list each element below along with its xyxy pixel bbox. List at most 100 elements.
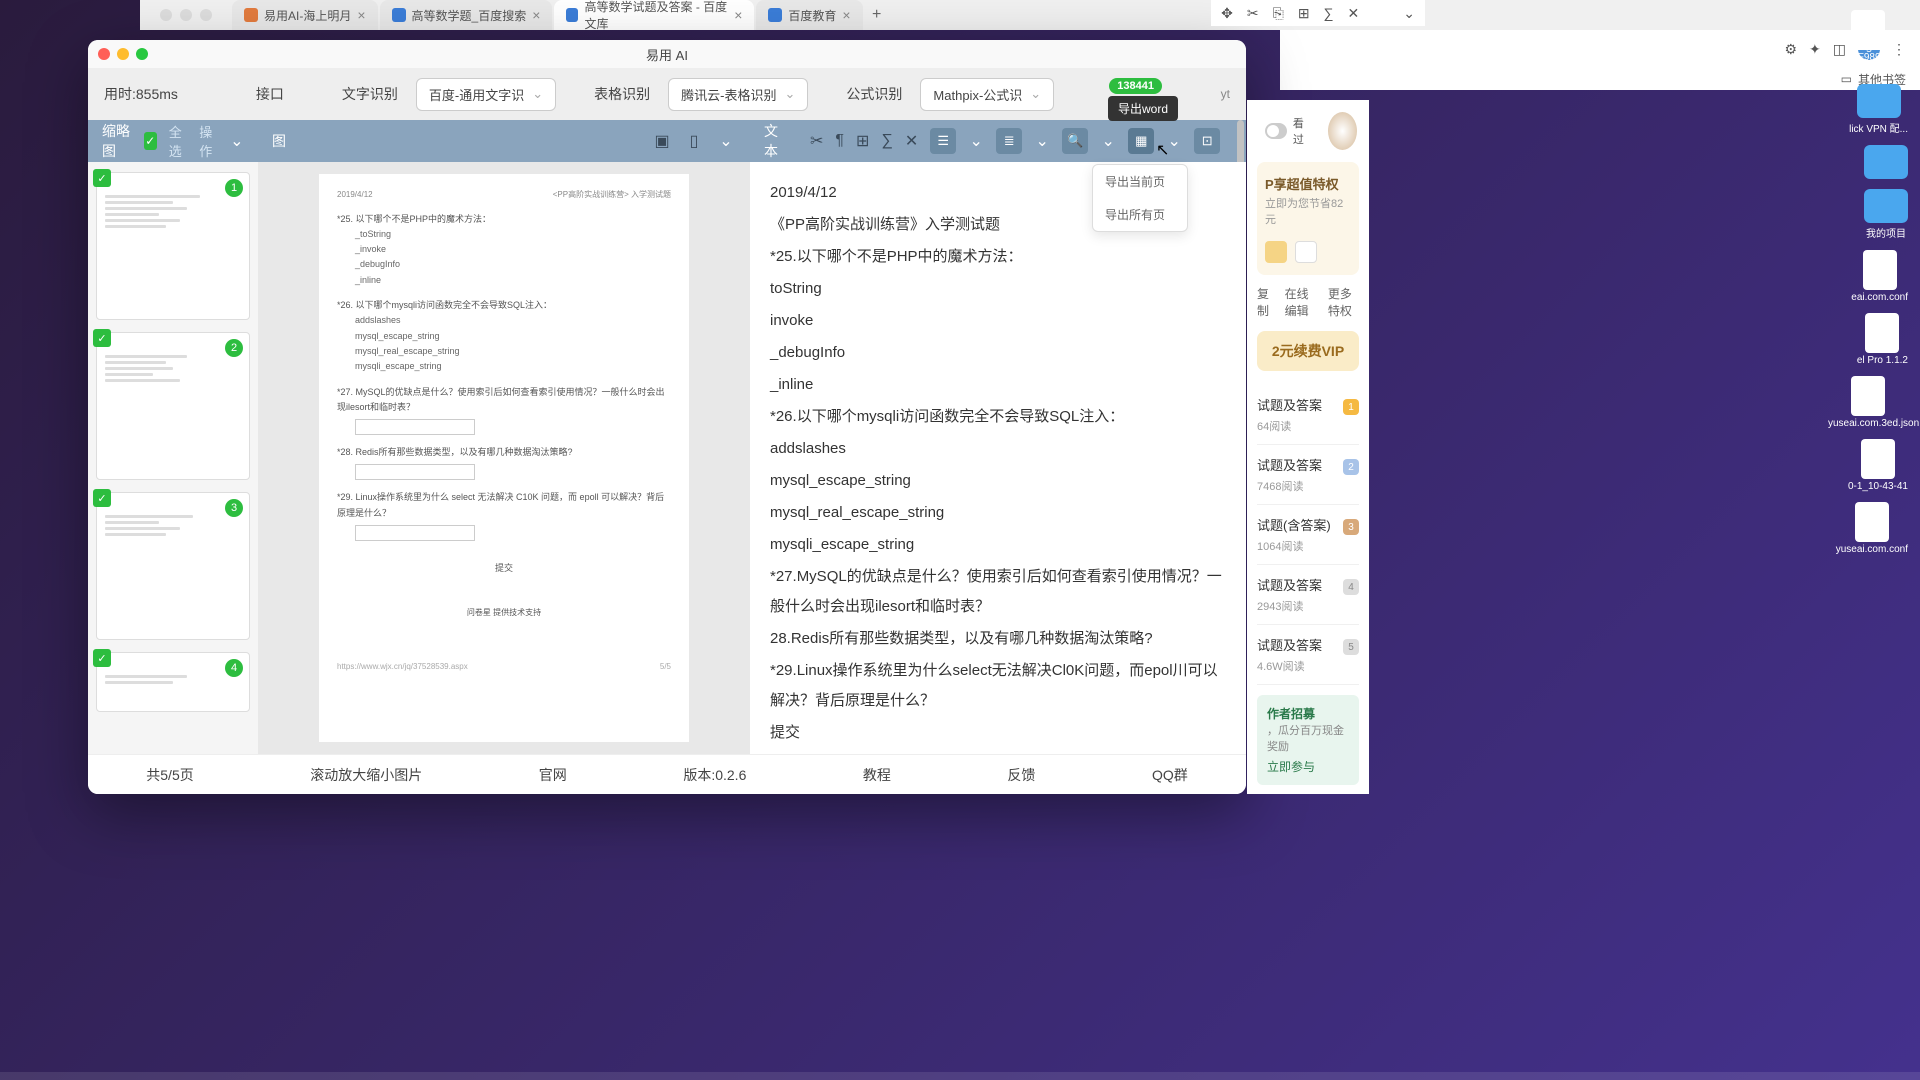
thumbnail-item[interactable]: ✓ 3 bbox=[96, 492, 250, 640]
thumbnail-item[interactable]: ✓ 2 bbox=[96, 332, 250, 480]
recruit-card[interactable]: 作者招募 ，瓜分百万现金奖励 立即参与 bbox=[1257, 695, 1359, 785]
tab-close-icon[interactable]: × bbox=[532, 7, 540, 23]
tencent-table-dropdown[interactable]: 腾讯云-表格识别 ⌄ bbox=[668, 78, 808, 111]
feedback-link[interactable]: 反馈 bbox=[1007, 765, 1035, 785]
vip-card[interactable]: P享超值特权 立即为您节省82元 bbox=[1257, 162, 1359, 275]
document-item[interactable]: 试题(含答案)1064阅读3 bbox=[1257, 505, 1359, 565]
thumbnail-item[interactable]: ✓ 4 bbox=[96, 652, 250, 712]
traffic-light[interactable] bbox=[160, 9, 172, 21]
format-icon[interactable]: ≣ bbox=[996, 128, 1022, 154]
edit-link[interactable]: 在线编辑 bbox=[1285, 285, 1316, 319]
chevron-down-icon[interactable]: ⌄ bbox=[716, 131, 736, 151]
browser-tab[interactable]: 易用AI-海上明月 × bbox=[232, 0, 378, 30]
desktop-file[interactable]: yuseai.com.conf bbox=[1836, 502, 1908, 555]
desktop-folder[interactable]: 我的项目 bbox=[1864, 189, 1908, 240]
grid-icon[interactable]: ⊞ bbox=[1298, 5, 1310, 22]
document-icon[interactable]: ▯ bbox=[684, 131, 704, 151]
tutorial-link[interactable]: 教程 bbox=[863, 765, 891, 785]
tab-close-icon[interactable]: × bbox=[734, 7, 742, 23]
document-item[interactable]: 试题及答案2943阅读4 bbox=[1257, 565, 1359, 625]
dock[interactable] bbox=[0, 1072, 1920, 1080]
cut-icon[interactable]: ✂ bbox=[1247, 5, 1259, 22]
rank-badge: 3 bbox=[1343, 519, 1359, 535]
table-ocr-button[interactable]: 表格识别 bbox=[594, 84, 650, 104]
file-icon bbox=[1855, 502, 1889, 542]
desktop-file[interactable]: eai.com.conf bbox=[1851, 250, 1908, 303]
chevron-down-icon: ⌄ bbox=[532, 86, 543, 102]
desktop-file[interactable]: 0-1_10-43-41 bbox=[1848, 439, 1908, 492]
browser-tab[interactable]: 高等数学题_百度搜索 × bbox=[380, 0, 553, 30]
user-label: yt bbox=[1221, 87, 1230, 101]
qq-group-link[interactable]: QQ群 bbox=[1152, 765, 1188, 785]
export-current-page[interactable]: 导出当前页 bbox=[1093, 165, 1187, 198]
cursor-icon: ↖ bbox=[1156, 140, 1170, 158]
select-all-checkbox[interactable]: ✓ bbox=[144, 132, 157, 150]
traffic-light[interactable] bbox=[180, 9, 192, 21]
desktop-folder[interactable] bbox=[1864, 145, 1908, 179]
text-ocr-button[interactable]: 文字识别 bbox=[342, 84, 398, 104]
chevron-down-icon[interactable]: ⌄ bbox=[1403, 5, 1415, 22]
chevron-down-icon[interactable]: ⌄ bbox=[1032, 131, 1052, 151]
mathpix-dropdown[interactable]: Mathpix-公式识 ⌄ bbox=[920, 78, 1054, 111]
text-output-panel[interactable]: 2019/4/12 《PP高阶实战训练营》入学测试题 *25.以下哪个不是PHP… bbox=[750, 162, 1246, 754]
folder-icon bbox=[1864, 189, 1908, 223]
traffic-light[interactable] bbox=[200, 9, 212, 21]
sigma-icon[interactable]: ∑ bbox=[881, 132, 892, 150]
official-site-link[interactable]: 官网 bbox=[539, 765, 567, 785]
sigma-icon[interactable]: ∑ bbox=[1324, 5, 1334, 21]
desktop-file[interactable]: 9F989-3f...D10.png bbox=[1828, 10, 1908, 74]
list-icon[interactable]: ☰ bbox=[930, 128, 956, 154]
thumbnail-checkbox[interactable]: ✓ bbox=[93, 649, 111, 667]
desktop-folder[interactable]: lick VPN 配... bbox=[1849, 84, 1908, 135]
recruit-button[interactable]: 立即参与 bbox=[1267, 758, 1349, 775]
preview-panel[interactable]: 2019/4/12<PP高阶实战训练营> 入学测试题 *25. 以下哪个不是PH… bbox=[258, 162, 750, 754]
export-button[interactable]: ▦ bbox=[1128, 128, 1154, 154]
grid-icon[interactable]: ⊞ bbox=[856, 131, 869, 151]
select-all-button[interactable]: 全选 bbox=[169, 122, 188, 160]
baidu-ocr-dropdown[interactable]: 百度-通用文字识 ⌄ bbox=[416, 78, 556, 111]
paragraph-icon[interactable]: ¶ bbox=[835, 132, 844, 150]
chevron-down-icon[interactable]: ⌄ bbox=[1098, 131, 1118, 151]
thumbnail-checkbox[interactable]: ✓ bbox=[93, 329, 111, 347]
copy-icon[interactable]: ⎘ bbox=[1273, 5, 1284, 22]
chevron-down-icon[interactable]: ⌄ bbox=[230, 131, 244, 151]
document-item[interactable]: 试题及答案4.6W阅读5 bbox=[1257, 625, 1359, 685]
picture-icon[interactable]: ▣ bbox=[652, 131, 672, 151]
search-icon[interactable]: 🔍 bbox=[1062, 128, 1088, 154]
text-line: *25.以下哪个不是PHP中的魔术方法： bbox=[770, 242, 1226, 272]
browser-tab[interactable]: 百度教育 × bbox=[756, 0, 862, 30]
desktop-file[interactable]: el Pro 1.1.2 bbox=[1857, 313, 1908, 366]
formula-ocr-button[interactable]: 公式识别 bbox=[846, 84, 902, 104]
browser-tab-active[interactable]: 高等数学试题及答案 - 百度文库 × bbox=[554, 0, 754, 30]
operate-button[interactable]: 操作 bbox=[199, 122, 218, 160]
save-icon[interactable]: ⊡ bbox=[1194, 128, 1220, 154]
tab-close-icon[interactable]: × bbox=[842, 7, 850, 23]
more-link[interactable]: 更多特权 bbox=[1328, 285, 1359, 319]
thumbnail-checkbox[interactable]: ✓ bbox=[93, 169, 111, 187]
cut-icon[interactable]: ✂ bbox=[810, 131, 823, 151]
dropdown-label: Mathpix-公式识 bbox=[933, 85, 1022, 104]
new-tab-button[interactable]: + bbox=[865, 3, 889, 27]
viewed-toggle[interactable]: 看过 bbox=[1257, 111, 1318, 151]
close-icon[interactable]: ✕ bbox=[905, 131, 918, 151]
renew-vip-button[interactable]: 2元续费VIP bbox=[1257, 331, 1359, 371]
text-line: _debugInfo bbox=[770, 338, 1226, 368]
document-item[interactable]: 试题及答案7468阅读2 bbox=[1257, 445, 1359, 505]
app-header: 用时:855ms 接口 文字识别 百度-通用文字识 ⌄ 表格识别 腾讯云-表格识… bbox=[88, 68, 1246, 120]
move-icon[interactable]: ✥ bbox=[1221, 5, 1233, 22]
thumbnail-item[interactable]: ✓ 1 bbox=[96, 172, 250, 320]
minimize-window-button[interactable] bbox=[117, 48, 129, 60]
close-window-button[interactable] bbox=[98, 48, 110, 60]
chevron-down-icon[interactable]: ⌄ bbox=[966, 131, 986, 151]
thumbnail-checkbox[interactable]: ✓ bbox=[93, 489, 111, 507]
document-item[interactable]: 试题及答案64阅读1 bbox=[1257, 385, 1359, 445]
toggle-label: 看过 bbox=[1293, 115, 1310, 147]
tab-close-icon[interactable]: × bbox=[357, 7, 365, 23]
desktop-file[interactable]: yuseai.com.3ed.json bbox=[1828, 376, 1908, 429]
user-avatar[interactable] bbox=[1326, 110, 1359, 152]
maximize-window-button[interactable] bbox=[136, 48, 148, 60]
thumbnail-panel[interactable]: ✓ 1 ✓ 2 ✓ 3 ✓ 4 bbox=[88, 162, 258, 754]
close-icon[interactable]: ✕ bbox=[1348, 5, 1360, 22]
copy-link[interactable]: 复制 bbox=[1257, 285, 1273, 319]
export-all-pages[interactable]: 导出所有页 bbox=[1093, 198, 1187, 231]
